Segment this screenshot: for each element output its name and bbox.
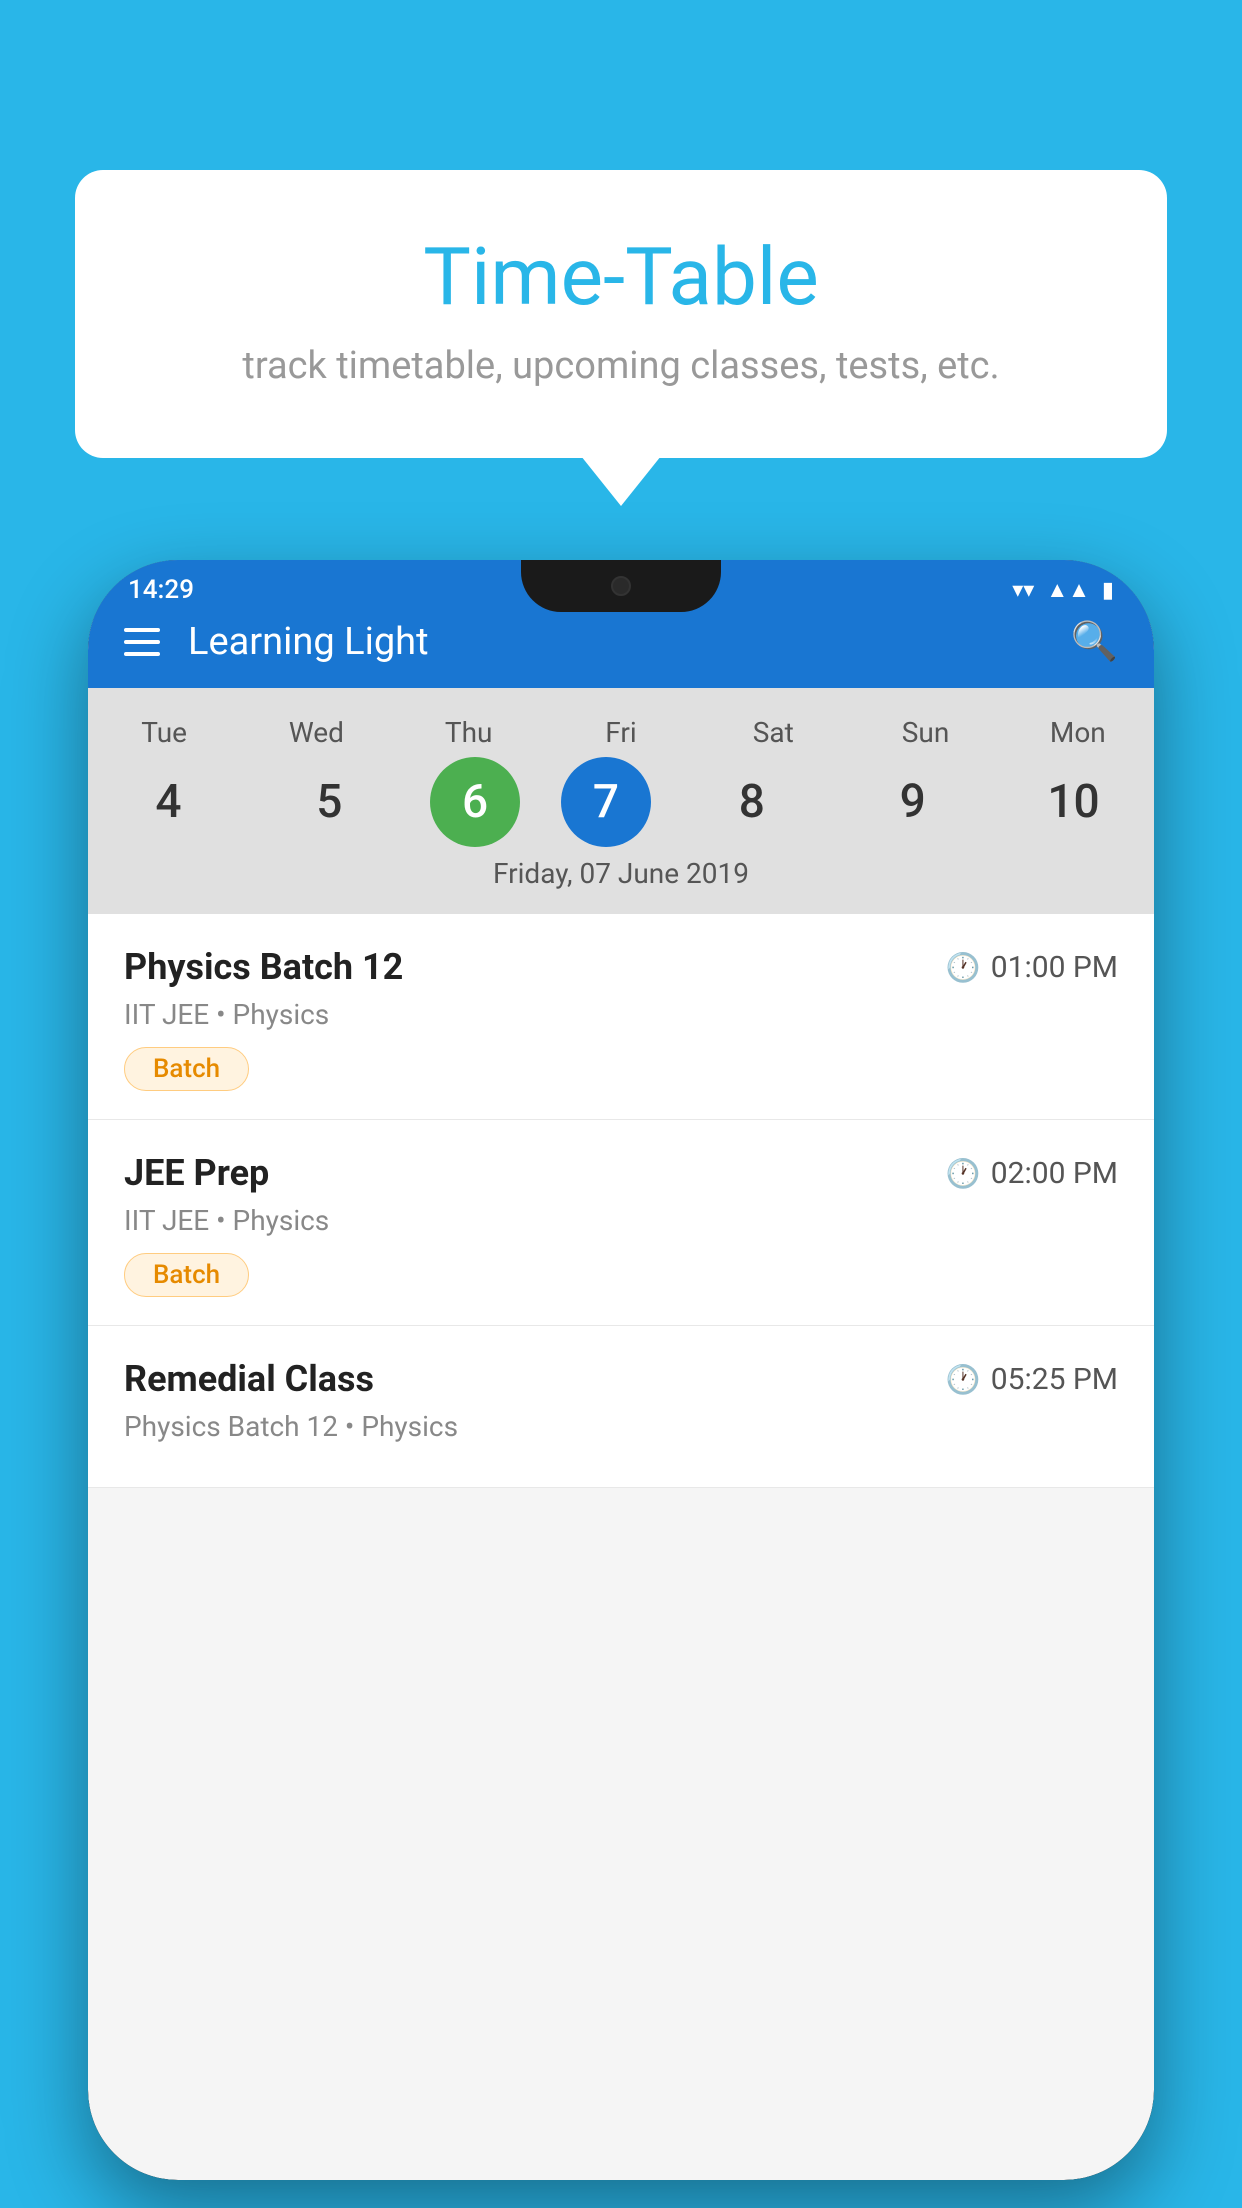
day-name-sun: Sun xyxy=(866,708,986,757)
hamburger-line xyxy=(124,652,160,656)
schedule-title-2: JEE Prep xyxy=(124,1152,269,1194)
schedule-meta-3: Physics Batch 12 • Physics xyxy=(124,1410,1118,1443)
phone-screen: 14:29 ▾▾ ▲▲ ▮ Learning Light 🔍 xyxy=(88,560,1154,2180)
hamburger-menu[interactable] xyxy=(124,628,160,656)
phone-notch xyxy=(521,560,721,612)
hamburger-line xyxy=(124,640,160,644)
schedule-item-3[interactable]: Remedial Class 🕐 05:25 PM Physics Batch … xyxy=(88,1326,1154,1488)
day-9[interactable]: 9 xyxy=(853,757,973,847)
calendar-week: Tue Wed Thu Fri Sat Sun Mon 4 5 6 7 8 9 … xyxy=(88,688,1154,914)
speech-bubble: Time-Table track timetable, upcoming cla… xyxy=(75,170,1167,458)
search-button[interactable]: 🔍 xyxy=(1071,620,1118,664)
day-name-mon: Mon xyxy=(1018,708,1138,757)
wifi-icon: ▾▾ xyxy=(1012,578,1034,603)
day-name-fri: Fri xyxy=(561,708,681,757)
phone-container: 14:29 ▾▾ ▲▲ ▮ Learning Light 🔍 xyxy=(88,560,1154,2208)
schedule-list: Physics Batch 12 🕐 01:00 PM IIT JEE • Ph… xyxy=(88,914,1154,1488)
day-4[interactable]: 4 xyxy=(108,757,228,847)
day-names-row: Tue Wed Thu Fri Sat Sun Mon xyxy=(88,708,1154,757)
selected-date-label: Friday, 07 June 2019 xyxy=(88,847,1154,906)
day-name-sat: Sat xyxy=(713,708,833,757)
schedule-item-2[interactable]: JEE Prep 🕐 02:00 PM IIT JEE • Physics Ba… xyxy=(88,1120,1154,1326)
schedule-time-2: 🕐 02:00 PM xyxy=(946,1156,1118,1191)
battery-icon: ▮ xyxy=(1102,578,1114,603)
status-icons: ▾▾ ▲▲ ▮ xyxy=(1012,577,1114,603)
day-8[interactable]: 8 xyxy=(692,757,812,847)
hamburger-line xyxy=(124,628,160,632)
schedule-time-value-1: 01:00 PM xyxy=(991,950,1118,985)
schedule-item-header-2: JEE Prep 🕐 02:00 PM xyxy=(124,1152,1118,1194)
camera-dot xyxy=(611,576,631,596)
app-bar-left: Learning Light xyxy=(124,620,429,664)
schedule-time-value-2: 02:00 PM xyxy=(991,1156,1118,1191)
schedule-item-header-3: Remedial Class 🕐 05:25 PM xyxy=(124,1358,1118,1400)
signal-icon: ▲▲ xyxy=(1046,577,1090,603)
clock-icon-2: 🕐 xyxy=(946,1157,981,1190)
schedule-meta-2: IIT JEE • Physics xyxy=(124,1204,1118,1237)
day-7-selected[interactable]: 7 xyxy=(561,757,651,847)
batch-tag-2: Batch xyxy=(124,1253,249,1297)
schedule-time-3: 🕐 05:25 PM xyxy=(946,1362,1118,1397)
status-time: 14:29 xyxy=(128,575,194,605)
schedule-title-1: Physics Batch 12 xyxy=(124,946,403,988)
day-nums-row: 4 5 6 7 8 9 10 xyxy=(88,757,1154,847)
bubble-title: Time-Table xyxy=(155,230,1087,324)
phone-shell: 14:29 ▾▾ ▲▲ ▮ Learning Light 🔍 xyxy=(88,560,1154,2180)
schedule-time-value-3: 05:25 PM xyxy=(991,1362,1118,1397)
clock-icon-3: 🕐 xyxy=(946,1363,981,1396)
app-title: Learning Light xyxy=(188,620,429,664)
day-5[interactable]: 5 xyxy=(269,757,389,847)
schedule-time-1: 🕐 01:00 PM xyxy=(946,950,1118,985)
day-name-thu: Thu xyxy=(409,708,529,757)
day-10[interactable]: 10 xyxy=(1013,757,1133,847)
day-name-wed: Wed xyxy=(256,708,376,757)
schedule-title-3: Remedial Class xyxy=(124,1358,374,1400)
schedule-item-header-1: Physics Batch 12 🕐 01:00 PM xyxy=(124,946,1118,988)
day-6-today[interactable]: 6 xyxy=(430,757,520,847)
clock-icon-1: 🕐 xyxy=(946,951,981,984)
bubble-subtitle: track timetable, upcoming classes, tests… xyxy=(155,344,1087,388)
day-name-tue: Tue xyxy=(104,708,224,757)
schedule-meta-1: IIT JEE • Physics xyxy=(124,998,1118,1031)
batch-tag-1: Batch xyxy=(124,1047,249,1091)
schedule-item-1[interactable]: Physics Batch 12 🕐 01:00 PM IIT JEE • Ph… xyxy=(88,914,1154,1120)
